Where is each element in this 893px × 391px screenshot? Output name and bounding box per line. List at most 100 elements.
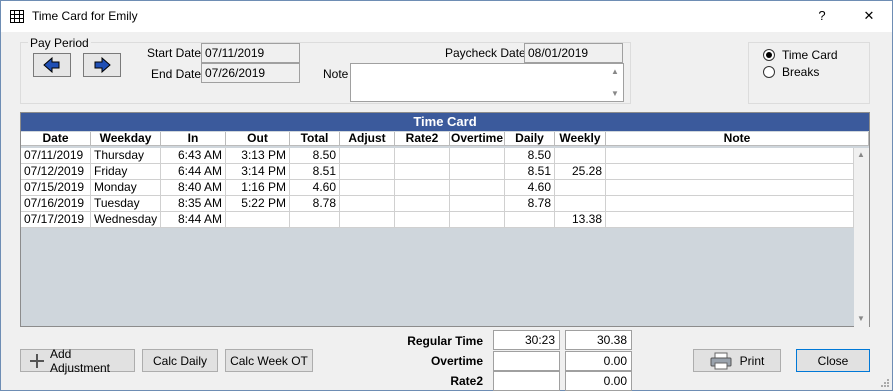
cell-daily[interactable]: 4.60 — [505, 180, 555, 195]
cell-weekday[interactable]: Friday — [91, 164, 161, 179]
cell-total[interactable] — [290, 212, 340, 227]
cell-note[interactable] — [606, 164, 854, 179]
previous-period-button[interactable] — [33, 53, 71, 77]
cell-adjust[interactable] — [340, 148, 395, 163]
cell-daily[interactable]: 8.50 — [505, 148, 555, 163]
help-button[interactable]: ? — [810, 5, 834, 27]
breaks-radio[interactable] — [763, 66, 775, 78]
column-header-adjust[interactable]: Adjust — [340, 132, 395, 145]
cell-weekly[interactable] — [555, 148, 606, 163]
cell-adjust[interactable] — [340, 196, 395, 211]
cell-adjust[interactable] — [340, 164, 395, 179]
cell-note[interactable] — [606, 180, 854, 195]
column-header-out[interactable]: Out — [226, 132, 290, 145]
cell-date[interactable]: 07/15/2019 — [21, 180, 91, 195]
cell-rate2[interactable] — [395, 164, 450, 179]
cell-in[interactable]: 6:43 AM — [161, 148, 226, 163]
calc-week-ot-button[interactable]: Calc Week OT — [225, 349, 313, 372]
cell-weekly[interactable] — [555, 180, 606, 195]
time-card-radio-label[interactable]: Time Card — [782, 48, 838, 62]
close-button[interactable]: Close — [796, 349, 870, 372]
cell-total[interactable]: 8.78 — [290, 196, 340, 211]
cell-in[interactable]: 8:35 AM — [161, 196, 226, 211]
cell-total[interactable]: 4.60 — [290, 180, 340, 195]
cell-weekday[interactable]: Monday — [91, 180, 161, 195]
cell-out[interactable]: 3:13 PM — [226, 148, 290, 163]
cell-total[interactable]: 8.51 — [290, 164, 340, 179]
cell-daily[interactable]: 8.78 — [505, 196, 555, 211]
cell-date[interactable]: 07/11/2019 — [21, 148, 91, 163]
cell-note[interactable] — [606, 212, 854, 227]
column-header-note[interactable]: Note — [606, 132, 869, 145]
grid-scroll-up-icon[interactable]: ▲ — [857, 150, 865, 159]
column-header-total[interactable]: Total — [290, 132, 340, 145]
grid-vertical-scrollbar[interactable]: ▲ ▼ — [854, 148, 869, 327]
table-row[interactable]: 07/16/2019 Tuesday 8:35 AM 5:22 PM 8.78 … — [21, 196, 854, 212]
cell-rate2[interactable] — [395, 180, 450, 195]
breaks-radio-label[interactable]: Breaks — [782, 65, 819, 79]
cell-rate2[interactable] — [395, 148, 450, 163]
rate2-decimal-field[interactable]: 0.00 — [565, 371, 632, 391]
start-date-field[interactable]: 07/11/2019 — [201, 43, 300, 63]
cell-weekly[interactable] — [555, 196, 606, 211]
cell-adjust[interactable] — [340, 212, 395, 227]
cell-rate2[interactable] — [395, 212, 450, 227]
cell-weekday[interactable]: Wednesday — [91, 212, 161, 227]
paycheck-date-field[interactable]: 08/01/2019 — [524, 43, 623, 63]
next-period-button[interactable] — [83, 53, 121, 77]
cell-out[interactable]: 3:14 PM — [226, 164, 290, 179]
note-memo[interactable] — [350, 63, 624, 102]
cell-weekly[interactable]: 13.38 — [555, 212, 606, 227]
time-card-grid[interactable]: Time Card Date Weekday In Out Total Adju… — [20, 112, 870, 327]
column-header-weekly[interactable]: Weekly — [555, 132, 606, 145]
cell-out[interactable]: 1:16 PM — [226, 180, 290, 195]
cell-date[interactable]: 07/12/2019 — [21, 164, 91, 179]
note-scroll-up-icon[interactable]: ▲ — [611, 67, 619, 76]
rate2-hm-field[interactable] — [493, 371, 560, 391]
cell-out[interactable] — [226, 212, 290, 227]
cell-in[interactable]: 8:40 AM — [161, 180, 226, 195]
overtime-hm-field[interactable] — [493, 351, 560, 371]
close-window-button[interactable]: ✕ — [857, 5, 881, 27]
column-header-rate2[interactable]: Rate2 — [395, 132, 450, 145]
cell-adjust[interactable] — [340, 180, 395, 195]
table-row[interactable]: 07/11/2019 Thursday 6:43 AM 3:13 PM 8.50… — [21, 148, 854, 164]
cell-rate2[interactable] — [395, 196, 450, 211]
cell-in[interactable]: 8:44 AM — [161, 212, 226, 227]
overtime-decimal-field[interactable]: 0.00 — [565, 351, 632, 371]
cell-date[interactable]: 07/16/2019 — [21, 196, 91, 211]
column-header-daily[interactable]: Daily — [505, 132, 555, 145]
add-adjustment-button[interactable]: Add Adjustment — [20, 347, 135, 375]
cell-weekday[interactable]: Thursday — [91, 148, 161, 163]
column-header-weekday[interactable]: Weekday — [91, 132, 161, 145]
resize-grip-icon[interactable] — [880, 378, 890, 388]
table-row[interactable]: 07/15/2019 Monday 8:40 AM 1:16 PM 4.60 4… — [21, 180, 854, 196]
grid-scroll-down-icon[interactable]: ▼ — [857, 314, 865, 323]
cell-overtime[interactable] — [450, 212, 505, 227]
cell-date[interactable]: 07/17/2019 — [21, 212, 91, 227]
cell-note[interactable] — [606, 148, 854, 163]
regular-time-hm-field[interactable]: 30:23 — [493, 330, 560, 350]
table-row[interactable]: 07/12/2019 Friday 6:44 AM 3:14 PM 8.51 8… — [21, 164, 854, 180]
calc-daily-button[interactable]: Calc Daily — [142, 349, 218, 372]
cell-daily[interactable] — [505, 212, 555, 227]
cell-overtime[interactable] — [450, 164, 505, 179]
cell-in[interactable]: 6:44 AM — [161, 164, 226, 179]
cell-out[interactable]: 5:22 PM — [226, 196, 290, 211]
regular-time-decimal-field[interactable]: 30.38 — [565, 330, 632, 350]
cell-overtime[interactable] — [450, 196, 505, 211]
note-scroll-down-icon[interactable]: ▼ — [611, 89, 619, 98]
cell-total[interactable]: 8.50 — [290, 148, 340, 163]
time-card-radio[interactable] — [763, 49, 775, 61]
cell-note[interactable] — [606, 196, 854, 211]
cell-overtime[interactable] — [450, 180, 505, 195]
column-header-overtime[interactable]: Overtime — [450, 132, 505, 145]
print-button[interactable]: Print — [693, 349, 781, 372]
column-header-in[interactable]: In — [161, 132, 226, 145]
table-row[interactable]: 07/17/2019 Wednesday 8:44 AM 13.38 — [21, 212, 854, 228]
column-header-date[interactable]: Date — [21, 132, 91, 145]
end-date-field[interactable]: 07/26/2019 — [201, 63, 300, 83]
cell-overtime[interactable] — [450, 148, 505, 163]
cell-daily[interactable]: 8.51 — [505, 164, 555, 179]
cell-weekday[interactable]: Tuesday — [91, 196, 161, 211]
